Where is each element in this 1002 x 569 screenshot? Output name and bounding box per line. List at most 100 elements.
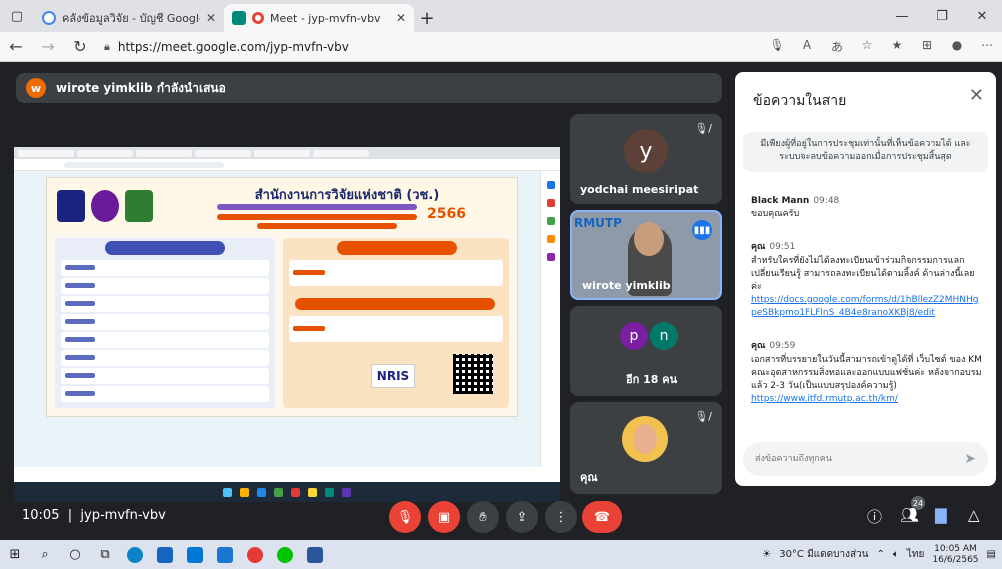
cortana-icon[interactable]: ○	[60, 547, 90, 562]
window-controls: — ❐ ✕	[882, 0, 1002, 32]
browser-tab-google-account[interactable]: คลังข้อมูลวิจัย - บัญชี Google ✕	[34, 4, 224, 32]
close-window-icon[interactable]: ✕	[962, 9, 1002, 24]
more-options-button[interactable]: ⋮	[545, 501, 577, 533]
chrome-icon[interactable]	[240, 540, 270, 569]
presenting-text: wirote yimklib กำลังนำเสนอ	[56, 80, 226, 95]
program-row	[61, 260, 269, 276]
tray-arrow-icon[interactable]: ⌃	[877, 549, 885, 560]
poster-right-column: NRIS	[283, 238, 509, 408]
app-icon[interactable]	[150, 540, 180, 569]
weather-text[interactable]: 30°C มีแดดบางส่วน	[779, 547, 868, 562]
more-participants-tile[interactable]: p n อีก 18 คน	[570, 306, 722, 396]
notifications-icon[interactable]: ▤	[987, 549, 996, 560]
present-button[interactable]: ⇪	[506, 501, 538, 533]
shared-sidebar	[540, 171, 560, 467]
program-row	[61, 350, 269, 366]
microphone-icon[interactable]: 🎙︎	[762, 38, 792, 55]
program-row	[61, 314, 269, 330]
self-tile[interactable]: 🎙︎/ คุณ	[570, 402, 722, 494]
start-icon[interactable]: ⊞	[0, 547, 30, 562]
participant-tile-speaking[interactable]: RMUTP ▮▮▮ wirote yimklib	[570, 210, 722, 300]
url-text: https://meet.google.com/jyp-mvfn-vbv	[117, 39, 349, 54]
mic-off-button[interactable]: 🎙︎	[389, 501, 421, 533]
program-row	[61, 296, 269, 312]
forward-arrow-icon[interactable]: →	[32, 37, 64, 56]
translate-icon[interactable]: あ	[822, 38, 852, 55]
read-aloud-icon[interactable]: A	[792, 38, 822, 55]
people-icon[interactable]: 👥︎	[900, 506, 919, 524]
nris-logo: NRIS	[371, 364, 415, 388]
line-icon[interactable]	[270, 540, 300, 569]
restore-icon[interactable]: ❐	[922, 9, 962, 24]
message-link[interactable]: https://docs.google.com/forms/d/1hBllezZ…	[751, 294, 983, 320]
mail-icon[interactable]	[210, 540, 240, 569]
participant-face	[634, 222, 664, 256]
tab-actions-icon[interactable]: ▢	[0, 0, 34, 32]
participant-avatar: n	[650, 322, 678, 350]
system-tray: ☀︎ 30°C มีแดดบางส่วน ⌃ 🔈︎ ไทย 10:05 AM 1…	[762, 544, 1002, 566]
poster-year: 2566	[427, 206, 466, 222]
word-icon[interactable]	[300, 540, 330, 569]
more-menu-icon[interactable]: ⋯	[972, 38, 1002, 55]
program-row	[289, 260, 503, 286]
favorite-star-icon[interactable]: ☆	[852, 38, 882, 55]
poster-date-line	[257, 223, 397, 229]
chat-message: คุณ 09:51 สำหรับใครที่ยังไม่ได้ลงทะเบียนเ…	[751, 239, 983, 320]
camera-off-button[interactable]: ▣	[428, 501, 460, 533]
participant-name: yodchai meesiripat	[580, 183, 699, 196]
minimize-icon[interactable]: —	[882, 9, 922, 24]
meeting-info: 10:05 | jyp-mvfn-vbv	[22, 508, 166, 523]
mic-off-icon: 🎙︎/	[694, 410, 712, 423]
volume-icon[interactable]: 🔈︎	[893, 549, 899, 560]
send-icon[interactable]: ➤	[964, 451, 976, 467]
lock-icon: 🔒︎	[104, 39, 110, 53]
presenting-banner: w wirote yimklib กำลังนำเสนอ	[16, 73, 722, 103]
language-indicator[interactable]: ไทย	[907, 547, 924, 562]
favorites-icon[interactable]: ★	[882, 38, 912, 55]
hand-icon: ✋︎	[479, 509, 487, 525]
activities-icon[interactable]: △	[968, 506, 980, 524]
clock-date: 16/6/2565	[932, 554, 979, 565]
participant-avatar: y	[624, 129, 668, 173]
browser-tab-meet[interactable]: Meet - jyp-mvfn-vbv ✕	[224, 4, 414, 32]
meeting-controls: 10:05 | jyp-mvfn-vbv 🎙︎ ▣ ✋︎ ⇪ ⋮ ☎︎ ⓘ 24…	[0, 488, 1002, 538]
close-tab-icon[interactable]: ✕	[396, 11, 406, 25]
hang-up-icon: ☎︎	[593, 509, 611, 525]
task-view-icon[interactable]: ⧉	[90, 547, 120, 562]
close-icon[interactable]: ✕	[969, 85, 984, 106]
refresh-icon[interactable]: ↻	[64, 37, 96, 56]
close-tab-icon[interactable]: ✕	[206, 11, 216, 25]
back-arrow-icon[interactable]: ←	[0, 37, 32, 56]
edge-icon[interactable]	[120, 540, 150, 569]
chat-icon[interactable]: ▇	[935, 506, 947, 524]
meeting-details-icon[interactable]: ⓘ	[867, 506, 882, 527]
nrct-logo	[57, 190, 85, 222]
new-tab-button[interactable]: +	[414, 4, 440, 32]
participant-tile[interactable]: 🎙︎/ y yodchai meesiripat	[570, 114, 722, 204]
tab-title: Meet - jyp-mvfn-vbv	[270, 11, 381, 25]
chat-input[interactable]	[755, 454, 965, 464]
ministry-seal-logo	[91, 190, 119, 222]
rmutp-banner-text: RMUTP	[574, 216, 622, 230]
profile-avatar-icon[interactable]: ●	[942, 38, 972, 55]
store-icon[interactable]	[180, 540, 210, 569]
browser-tab-bar: ▢ คลังข้อมูลวิจัย - บัญชี Google ✕ Meet …	[0, 0, 1002, 32]
shared-screen: สำนักงานการวิจัยแห่งชาติ (วช.) 2566 NRIS	[14, 147, 560, 502]
url-field[interactable]: 🔒︎ https://meet.google.com/jyp-mvfn-vbv	[104, 35, 762, 59]
message-text: เอกสารที่บรรยายในวันนี้สามารถเข้าดูได้ที…	[751, 355, 982, 391]
search-icon[interactable]: ⌕	[30, 547, 60, 562]
poster-left-column	[55, 238, 275, 408]
leave-call-button[interactable]: ☎︎	[582, 501, 622, 533]
chat-message: คุณ 09:59 เอกสารที่บรรยายในวันนี้สามารถเข…	[751, 338, 983, 406]
message-link[interactable]: https://www.itfd.rmutp.ac.th/km/	[751, 393, 983, 406]
clock-time: 10:05 AM	[934, 543, 977, 554]
message-time: 09:48	[813, 196, 840, 206]
raise-hand-button[interactable]: ✋︎	[467, 501, 499, 533]
collections-icon[interactable]: ⊞	[912, 38, 942, 55]
announcement-poster: สำนักงานการวิจัยแห่งชาติ (วช.) 2566 NRIS	[46, 177, 518, 417]
clock[interactable]: 10:05 AM 16/6/2565	[932, 544, 978, 566]
chat-messages: Black Mann 09:48 ขอบคุณครับ คุณ 09:51 สำหร…	[751, 196, 983, 424]
program-row	[61, 278, 269, 294]
meet-stage: w wirote yimklib กำลังนำเสนอ สำนักงานการ…	[0, 62, 1002, 540]
participant-name: wirote yimklib	[582, 279, 671, 292]
